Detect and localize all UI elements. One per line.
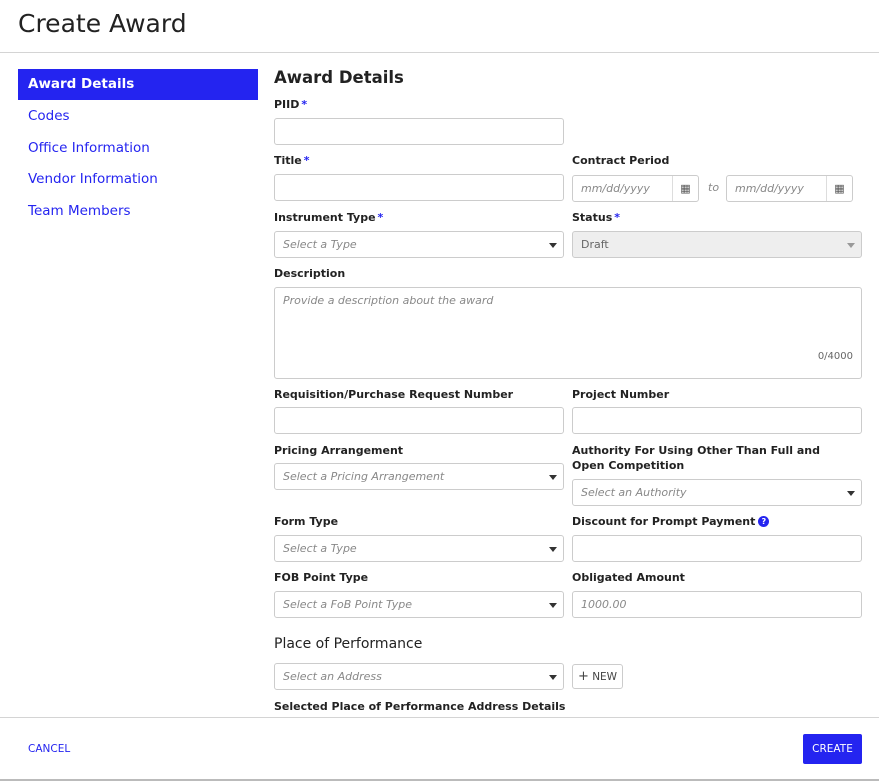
chevron-down-icon — [549, 603, 557, 608]
instrument-type-label: Instrument Type * — [274, 211, 384, 224]
title-input[interactable] — [274, 174, 564, 201]
description-label: Description — [274, 267, 346, 280]
contract-start-date-input[interactable]: mm/dd/yyyy ▦ — [572, 175, 699, 202]
piid-input[interactable] — [274, 118, 564, 145]
chevron-down-icon — [847, 491, 855, 496]
contract-end-date-input[interactable]: mm/dd/yyyy ▦ — [726, 175, 853, 202]
discount-label: Discount for Prompt Payment? — [572, 514, 770, 529]
contract-period-label: Contract Period — [572, 154, 670, 167]
fob-select[interactable]: Select a FoB Point Type — [274, 591, 564, 618]
help-icon[interactable]: ? — [758, 516, 770, 527]
chevron-down-icon — [549, 675, 557, 680]
form-type-select[interactable]: Select a Type — [274, 535, 564, 562]
chevron-down-icon — [847, 243, 855, 248]
description-textarea[interactable]: Provide a description about the award 0/4… — [274, 287, 862, 379]
character-counter: 0/4000 — [817, 351, 853, 362]
fob-label: FOB Point Type — [274, 571, 369, 584]
plus-icon: + — [577, 669, 589, 684]
calendar-icon[interactable]: ▦ — [826, 176, 852, 201]
sidebar-item-vendor-information[interactable]: Vendor Information — [18, 164, 258, 195]
discount-input[interactable] — [572, 535, 862, 562]
section-title: Award Details — [274, 68, 404, 87]
form-type-label: Form Type — [274, 515, 339, 528]
pricing-label: Pricing Arrangement — [274, 444, 404, 457]
page-title: Create Award — [18, 9, 187, 38]
obligated-amount-input[interactable]: 1000.00 — [572, 591, 862, 618]
project-number-input[interactable] — [572, 407, 862, 434]
pricing-select[interactable]: Select a Pricing Arrangement — [274, 463, 564, 490]
selected-address-details-label: Selected Place of Performance Address De… — [274, 700, 566, 713]
sidebar-item-award-details[interactable]: Award Details — [18, 69, 258, 100]
status-select: Draft — [572, 231, 862, 258]
place-of-performance-title: Place of Performance — [274, 636, 423, 652]
requisition-label: Requisition/Purchase Request Number — [274, 388, 514, 401]
chevron-down-icon — [549, 243, 557, 248]
status-label: Status * — [572, 211, 621, 224]
sidebar-item-office-information[interactable]: Office Information — [18, 133, 258, 164]
cancel-button[interactable]: CANCEL — [28, 743, 70, 755]
piid-label: PIID * — [274, 98, 308, 111]
footer-divider — [0, 717, 879, 718]
sidebar-item-codes[interactable]: Codes — [18, 101, 258, 132]
chevron-down-icon — [549, 547, 557, 552]
project-number-label: Project Number — [572, 388, 670, 401]
authority-label: Authority For Using Other Than Full and … — [572, 444, 820, 472]
header-divider — [0, 52, 879, 53]
date-separator: to — [708, 181, 720, 194]
requisition-input[interactable] — [274, 407, 564, 434]
calendar-icon[interactable]: ▦ — [672, 176, 698, 201]
new-address-button[interactable]: + NEW — [572, 664, 623, 689]
chevron-down-icon — [549, 475, 557, 480]
authority-select[interactable]: Select an Authority — [572, 479, 862, 506]
address-select[interactable]: Select an Address — [274, 663, 564, 690]
obligated-amount-label: Obligated Amount — [572, 571, 685, 584]
instrument-type-select[interactable]: Select a Type — [274, 231, 564, 258]
create-button[interactable]: CREATE — [803, 734, 862, 764]
sidebar-item-team-members[interactable]: Team Members — [18, 196, 258, 227]
title-label: Title * — [274, 154, 310, 167]
